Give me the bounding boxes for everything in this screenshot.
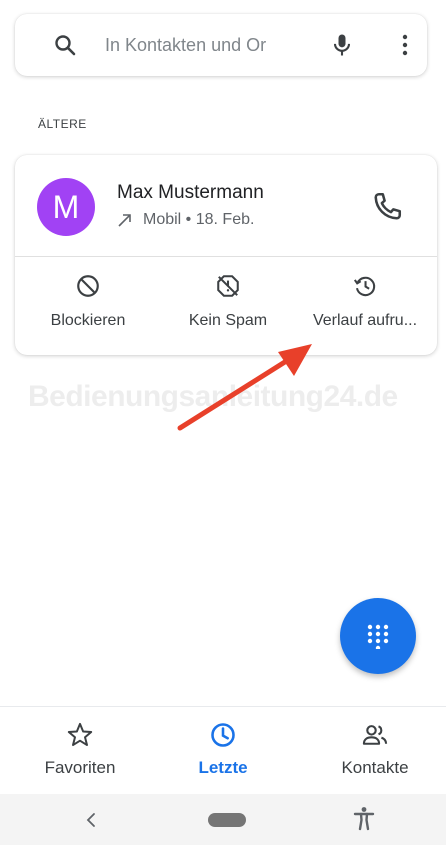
card-divider bbox=[15, 256, 437, 257]
not-spam-icon bbox=[217, 275, 239, 297]
dialpad-button[interactable] bbox=[340, 598, 416, 674]
recents-screen: In Kontakten und Or ÄLTERE M Max Musterm… bbox=[0, 0, 446, 845]
home-pill-button[interactable] bbox=[208, 813, 246, 827]
more-options-icon[interactable] bbox=[393, 31, 417, 59]
section-header: ÄLTERE bbox=[38, 117, 87, 131]
history-icon bbox=[353, 276, 376, 297]
tab-recents[interactable]: Letzte bbox=[153, 721, 293, 778]
block-label: Blockieren bbox=[50, 312, 126, 329]
back-icon[interactable] bbox=[82, 810, 100, 830]
clock-icon bbox=[211, 723, 235, 747]
not-spam-label: Kein Spam bbox=[188, 312, 268, 329]
system-navigation-bar bbox=[0, 794, 446, 845]
contact-name: Max Mustermann bbox=[117, 182, 264, 203]
avatar[interactable]: M bbox=[37, 178, 95, 236]
search-input[interactable]: In Kontakten und Or bbox=[105, 35, 310, 56]
tab-favorites[interactable]: Favoriten bbox=[10, 721, 150, 778]
annotation-arrow-icon bbox=[177, 344, 312, 431]
search-bar[interactable]: In Kontakten und Or bbox=[15, 14, 427, 76]
accessibility-icon[interactable] bbox=[352, 806, 376, 832]
tab-contacts[interactable]: Kontakte bbox=[305, 721, 445, 778]
microphone-icon[interactable] bbox=[328, 31, 356, 59]
block-button[interactable]: Blockieren bbox=[23, 273, 153, 343]
bottom-navigation: Favoriten Letzte Kontakte bbox=[0, 706, 446, 793]
outgoing-call-arrow-icon bbox=[118, 214, 131, 227]
search-icon[interactable] bbox=[53, 33, 77, 57]
call-log-entry-card[interactable]: M Max Mustermann Mobil • 18. Feb. Blocki… bbox=[15, 155, 437, 355]
dialpad-icon bbox=[367, 624, 389, 649]
tab-favorites-label: Favoriten bbox=[44, 758, 116, 777]
block-icon bbox=[77, 275, 99, 297]
star-icon bbox=[67, 722, 93, 747]
people-icon bbox=[362, 725, 388, 745]
call-details: Mobil • 18. Feb. bbox=[117, 211, 254, 229]
tab-recents-label: Letzte bbox=[198, 758, 248, 777]
call-type-date: Mobil • 18. Feb. bbox=[143, 211, 255, 228]
tab-contacts-label: Kontakte bbox=[341, 758, 409, 777]
phone-icon[interactable] bbox=[369, 189, 405, 225]
view-history-label: Verlauf aufru... bbox=[312, 312, 418, 329]
